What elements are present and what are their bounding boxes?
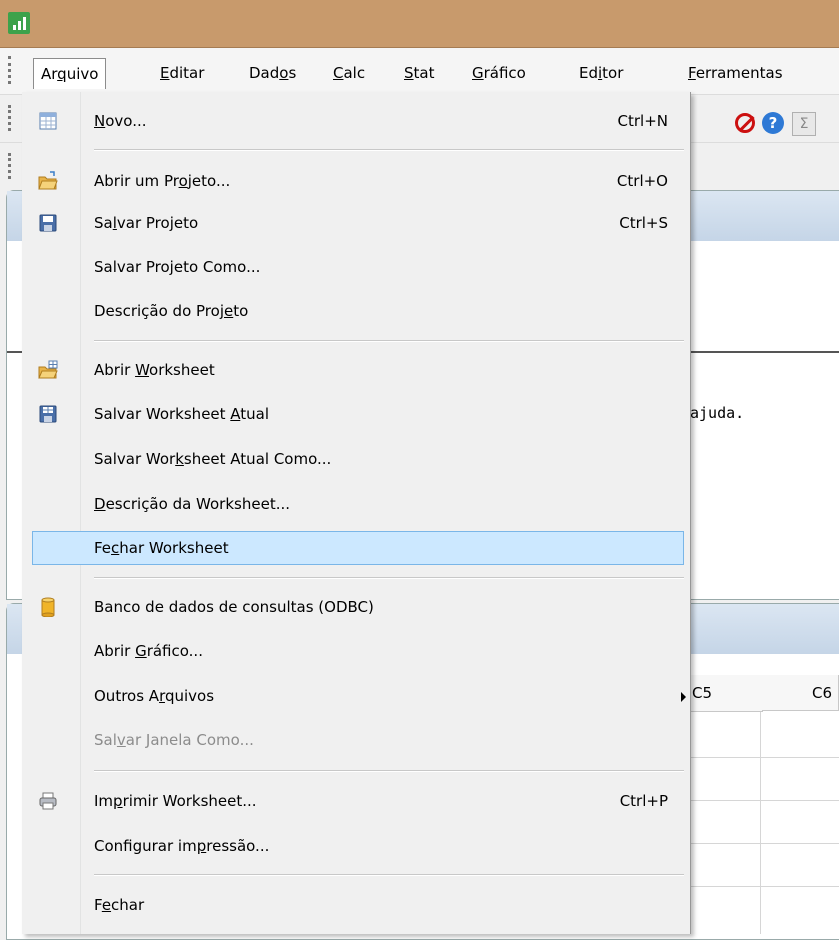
menu-item-fechar[interactable]: Fechar — [22, 888, 690, 922]
menu-item-salvar-projeto[interactable]: Salvar Projeto Ctrl+S — [22, 206, 690, 240]
arquivo-dropdown-menu: Novo... Ctrl+N Abrir um Projeto... Ctrl+… — [22, 92, 691, 934]
menu-item-salvar-janela-como: Salvar Janela Como... — [94, 731, 254, 749]
grid-row-line — [690, 886, 839, 887]
session-output-text: ajuda. — [690, 404, 745, 422]
menu-editor[interactable]: Editor — [572, 58, 630, 88]
menu-item-abrir-grafico[interactable]: Abrir Gráfico... — [22, 634, 690, 668]
printer-icon — [39, 792, 57, 810]
menu-dados[interactable]: Dados — [242, 58, 303, 88]
column-header-c5[interactable]: C5 — [690, 675, 763, 712]
menu-arquivo[interactable]: Arquivo — [33, 58, 107, 89]
sum-icon[interactable]: Σ — [792, 112, 816, 136]
submenu-arrow-icon — [681, 692, 686, 702]
database-icon — [41, 597, 55, 617]
cancel-icon[interactable] — [735, 113, 755, 133]
menu-ferramentas[interactable]: Ferramentas — [681, 58, 790, 88]
menubar-grip[interactable] — [8, 56, 14, 84]
grid-row-line — [690, 757, 839, 758]
menu-item-fechar-worksheet[interactable]: Fechar Worksheet — [22, 531, 690, 565]
grid-row-line — [690, 800, 839, 801]
title-bar — [0, 0, 839, 48]
column-header-c6[interactable]: C6 — [762, 675, 839, 711]
menu-grafico[interactable]: Gráfico — [465, 58, 533, 88]
menu-calc[interactable]: Calc — [326, 58, 372, 88]
menu-separator — [94, 340, 684, 342]
save-worksheet-icon — [39, 405, 57, 423]
menu-item-novo[interactable]: Novo... Ctrl+N — [22, 104, 690, 138]
help-icon[interactable]: ? — [762, 112, 784, 134]
menu-separator — [94, 874, 684, 876]
menu-separator — [94, 149, 684, 151]
shortcut-label: Ctrl+N — [617, 112, 668, 130]
menu-stat[interactable]: Stat — [397, 58, 442, 88]
menu-item-salvar-worksheet-atual-como[interactable]: Salvar Worksheet Atual Como... — [22, 442, 690, 476]
menu-item-salvar-projeto-como[interactable]: Salvar Projeto Como... — [22, 250, 690, 284]
grid-column-line — [760, 712, 761, 934]
menu-item-descricao-worksheet[interactable]: Descrição da Worksheet... — [22, 487, 690, 521]
menu-editar[interactable]: Editar — [153, 58, 211, 88]
menu-separator — [94, 577, 684, 579]
save-icon — [39, 214, 57, 232]
shortcut-label: Ctrl+O — [616, 172, 668, 190]
menu-item-configurar-impressao[interactable]: Configurar impressão... — [22, 829, 690, 863]
menu-item-abrir-worksheet[interactable]: Abrir Worksheet — [22, 353, 690, 387]
shortcut-label: Ctrl+P — [619, 792, 668, 810]
grid-row-line — [690, 843, 839, 844]
new-worksheet-icon — [39, 112, 57, 130]
toolbar-grip[interactable] — [8, 105, 14, 131]
menu-item-outros-arquivos[interactable]: Outros Arquivos — [22, 679, 690, 713]
menu-item-descricao-projeto[interactable]: Descrição do Projeto — [22, 294, 690, 328]
menu-item-abrir-projeto[interactable]: Abrir um Projeto... Ctrl+O — [22, 164, 690, 198]
menu-item-salvar-worksheet-atual[interactable]: Salvar Worksheet Atual — [22, 397, 690, 431]
open-folder-icon — [38, 171, 58, 190]
menu-separator — [94, 770, 684, 772]
menu-item-banco-de-dados-odbc[interactable]: Banco de dados de consultas (ODBC) — [22, 590, 690, 624]
minitab-app-icon[interactable] — [8, 12, 30, 34]
shortcut-label: Ctrl+S — [619, 214, 668, 232]
open-worksheet-icon — [38, 360, 58, 379]
menu-item-imprimir-worksheet[interactable]: Imprimir Worksheet... Ctrl+P — [22, 784, 690, 818]
toolbar-grip-2[interactable] — [8, 153, 14, 179]
